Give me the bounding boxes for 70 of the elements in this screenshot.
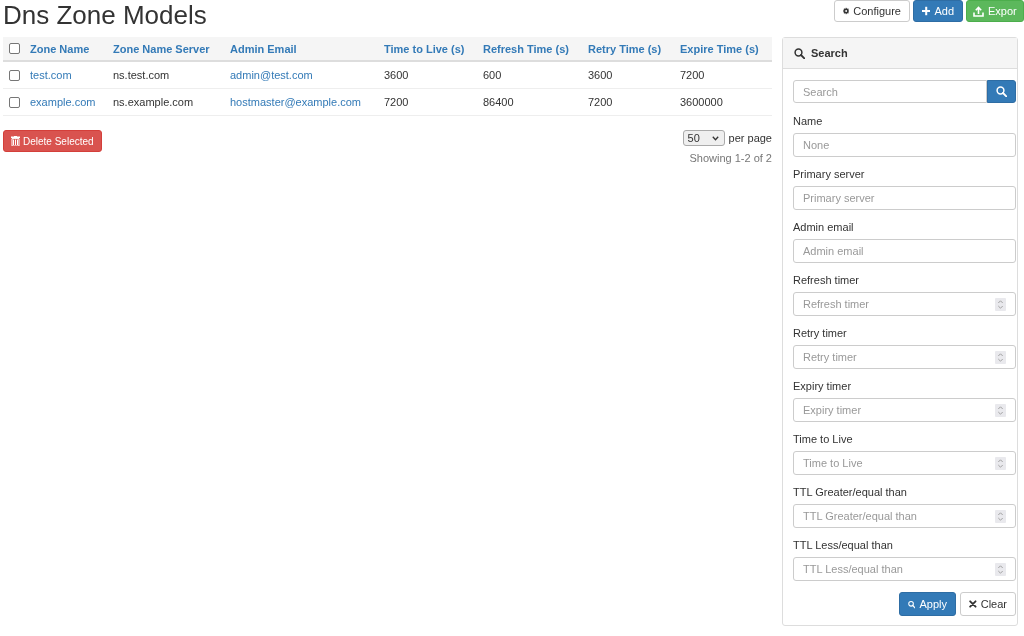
- upload-icon: [973, 5, 984, 17]
- column-header[interactable]: Admin Email: [230, 42, 297, 55]
- search-icon: [794, 47, 805, 59]
- export-button[interactable]: Expor: [966, 0, 1024, 22]
- table-cell: ns.example.com: [113, 96, 194, 108]
- caret-icon: [711, 135, 719, 141]
- per-page-select[interactable]: 50: [682, 130, 725, 146]
- field-label: Refresh timer: [793, 273, 860, 287]
- table-link[interactable]: test.com: [30, 69, 72, 81]
- gear-icon: [843, 5, 850, 17]
- add-button[interactable]: Add: [913, 0, 963, 22]
- column-header[interactable]: Retry Time (s): [588, 42, 662, 55]
- table-cell: ns.test.com: [113, 69, 170, 81]
- field-label: Admin email: [793, 220, 854, 234]
- column-header[interactable]: Zone Name: [30, 42, 90, 55]
- stepper-icon: [995, 509, 1006, 523]
- cross-icon: [969, 599, 977, 609]
- delete-selected-button[interactable]: Delete Selected: [3, 130, 102, 152]
- field-label: Primary server: [793, 167, 865, 181]
- input-field[interactable]: None: [793, 133, 1016, 157]
- row-checkbox[interactable]: [9, 96, 20, 108]
- column-header[interactable]: Expire Time (s): [680, 42, 759, 55]
- table-cell: 7200: [588, 96, 613, 108]
- stepper-icon: [995, 456, 1006, 470]
- table-cell: 600: [483, 69, 502, 81]
- plus-icon: [922, 6, 931, 16]
- input-field[interactable]: Admin email: [793, 239, 1016, 263]
- table-link[interactable]: admin@test.com: [230, 69, 313, 81]
- table-link[interactable]: hostmaster@example.com: [230, 96, 361, 108]
- search-button[interactable]: [987, 80, 1016, 103]
- table-link[interactable]: example.com: [30, 96, 96, 108]
- number-field[interactable]: Time to Live: [793, 451, 1016, 475]
- column-header[interactable]: Time to Live (s): [384, 42, 465, 55]
- search-field[interactable]: Search: [793, 80, 987, 103]
- pagination-summary: Showing 1-2 of 2: [689, 152, 772, 164]
- field-label: Expiry timer: [793, 379, 852, 393]
- table-cell: 86400: [483, 96, 514, 108]
- column-header[interactable]: Refresh Time (s): [483, 42, 569, 55]
- number-field[interactable]: Expiry timer: [793, 398, 1016, 422]
- table-cell: 7200: [384, 96, 409, 108]
- trash-icon: [11, 136, 20, 146]
- select-all-checkbox[interactable]: [9, 43, 20, 54]
- table-cell: 3600: [384, 69, 409, 81]
- number-field[interactable]: TTL Less/equal than: [793, 557, 1016, 581]
- panel-title: Search: [811, 47, 848, 59]
- stepper-icon: [995, 403, 1006, 417]
- field-label: TTL Greater/equal than: [793, 485, 907, 499]
- apply-button[interactable]: Apply: [899, 592, 956, 616]
- page-title: Dns Zone Models: [3, 0, 207, 32]
- search-icon: [996, 86, 1007, 97]
- column-header[interactable]: Zone Name Server: [113, 42, 210, 55]
- field-label: Time to Live: [793, 432, 853, 446]
- table-cell: 3600000: [680, 96, 723, 108]
- field-label: TTL Less/equal than: [793, 538, 893, 552]
- search-icon: [908, 598, 916, 610]
- clear-button[interactable]: Clear: [960, 592, 1016, 616]
- table-cell: 3600: [588, 69, 613, 81]
- number-field[interactable]: TTL Greater/equal than: [793, 504, 1016, 528]
- field-label: Name: [793, 114, 823, 128]
- input-field[interactable]: Primary server: [793, 186, 1016, 210]
- stepper-icon: [995, 562, 1006, 576]
- stepper-icon: [995, 350, 1006, 364]
- configure-button[interactable]: Configure: [834, 0, 910, 22]
- stepper-icon: [995, 297, 1006, 311]
- number-field[interactable]: Retry timer: [793, 345, 1016, 369]
- row-checkbox[interactable]: [9, 69, 20, 81]
- per-page-label: per page: [728, 132, 772, 144]
- number-field[interactable]: Refresh timer: [793, 292, 1016, 316]
- field-label: Retry timer: [793, 326, 847, 340]
- table-cell: 7200: [680, 69, 705, 81]
